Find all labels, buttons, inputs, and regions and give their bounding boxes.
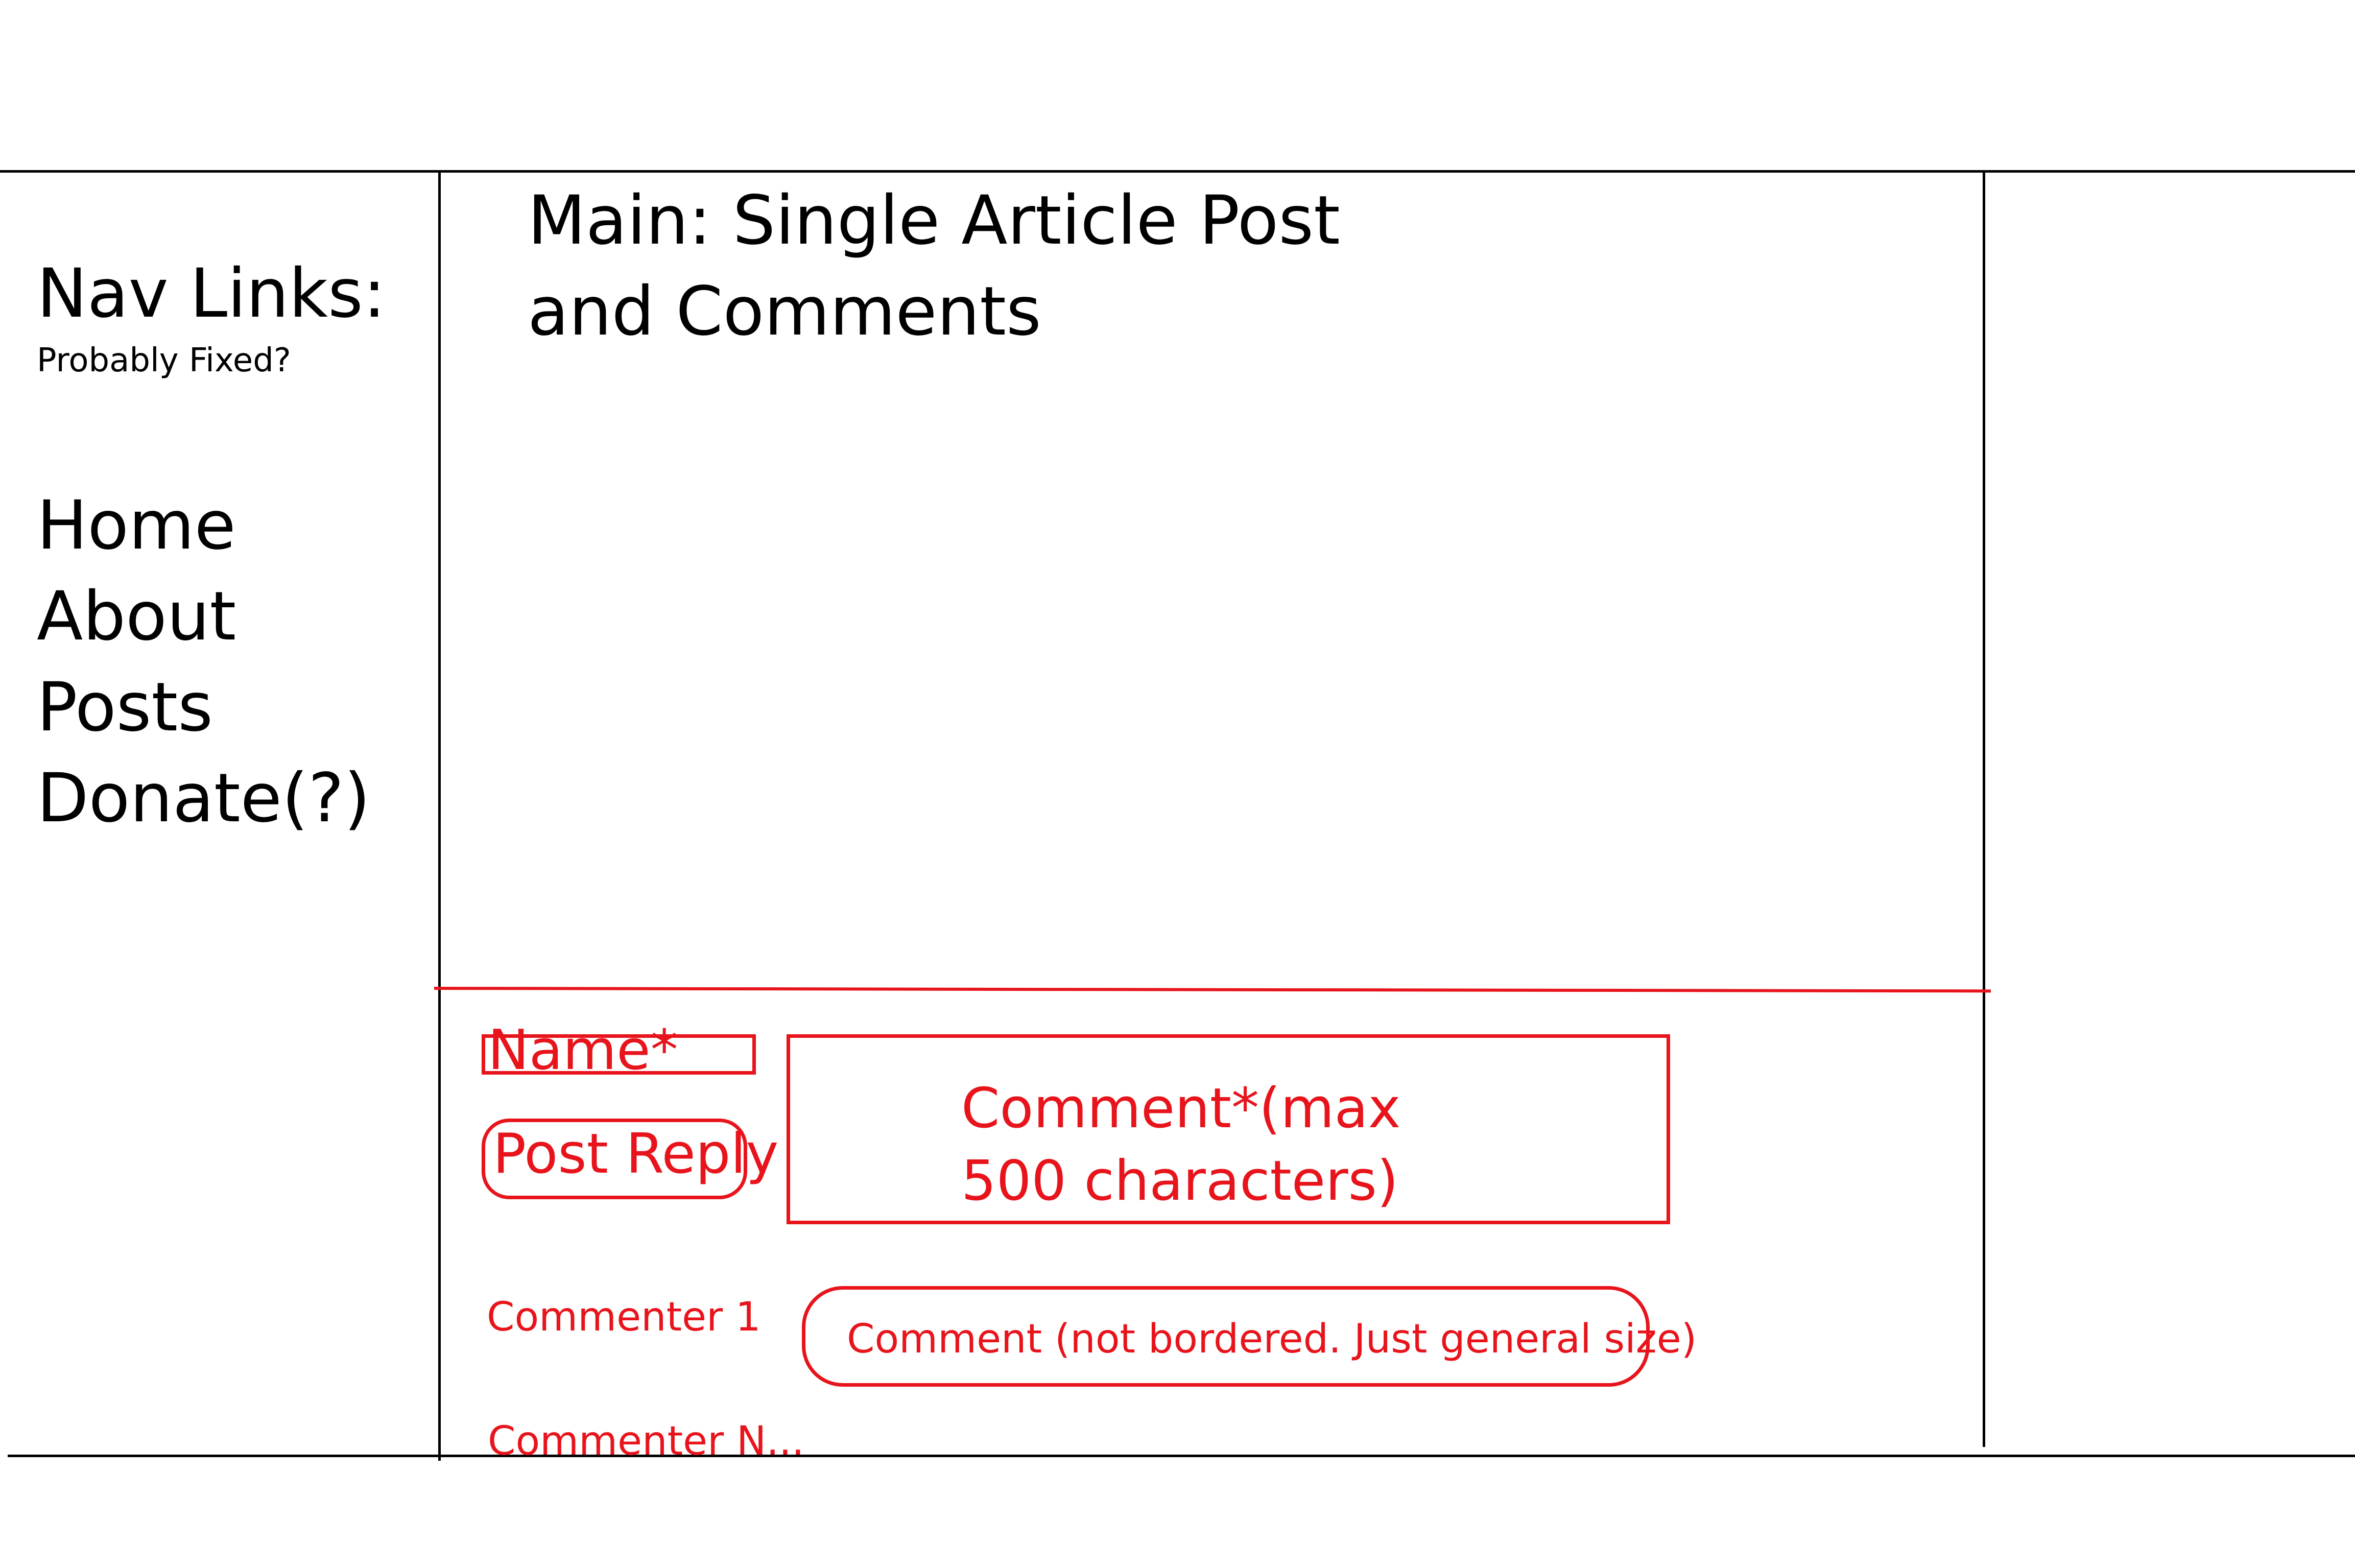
comment-text: Comment (not bordered. Just general size… — [847, 1316, 1697, 1362]
nav-item-posts[interactable]: Posts — [37, 662, 370, 753]
commenter-name: Commenter 1 — [487, 1294, 761, 1340]
name-input-label: Name* — [488, 1018, 678, 1082]
comments-section-divider — [434, 987, 1991, 993]
bottom-border-line — [8, 1455, 2355, 1457]
nav-item-donate[interactable]: Donate(?) — [37, 753, 370, 844]
nav-subheading: Probably Fixed? — [37, 342, 291, 379]
post-reply-label: Post Reply — [493, 1122, 779, 1186]
nav-heading: Nav Links: — [37, 254, 386, 333]
top-border-line — [0, 170, 2355, 173]
commenter-name-last: Commenter N... — [488, 1418, 804, 1464]
nav-list: Home About Posts Donate(?) — [37, 480, 370, 844]
nav-column-divider — [438, 170, 441, 1461]
comment-textarea-label: Comment*(max 500 characters) — [961, 1077, 1401, 1213]
nav-item-home[interactable]: Home — [37, 480, 370, 571]
nav-item-about[interactable]: About — [37, 571, 370, 662]
right-column-divider — [1983, 173, 1985, 1447]
main-title: Main: Single Article Post and Comments — [528, 181, 1340, 351]
